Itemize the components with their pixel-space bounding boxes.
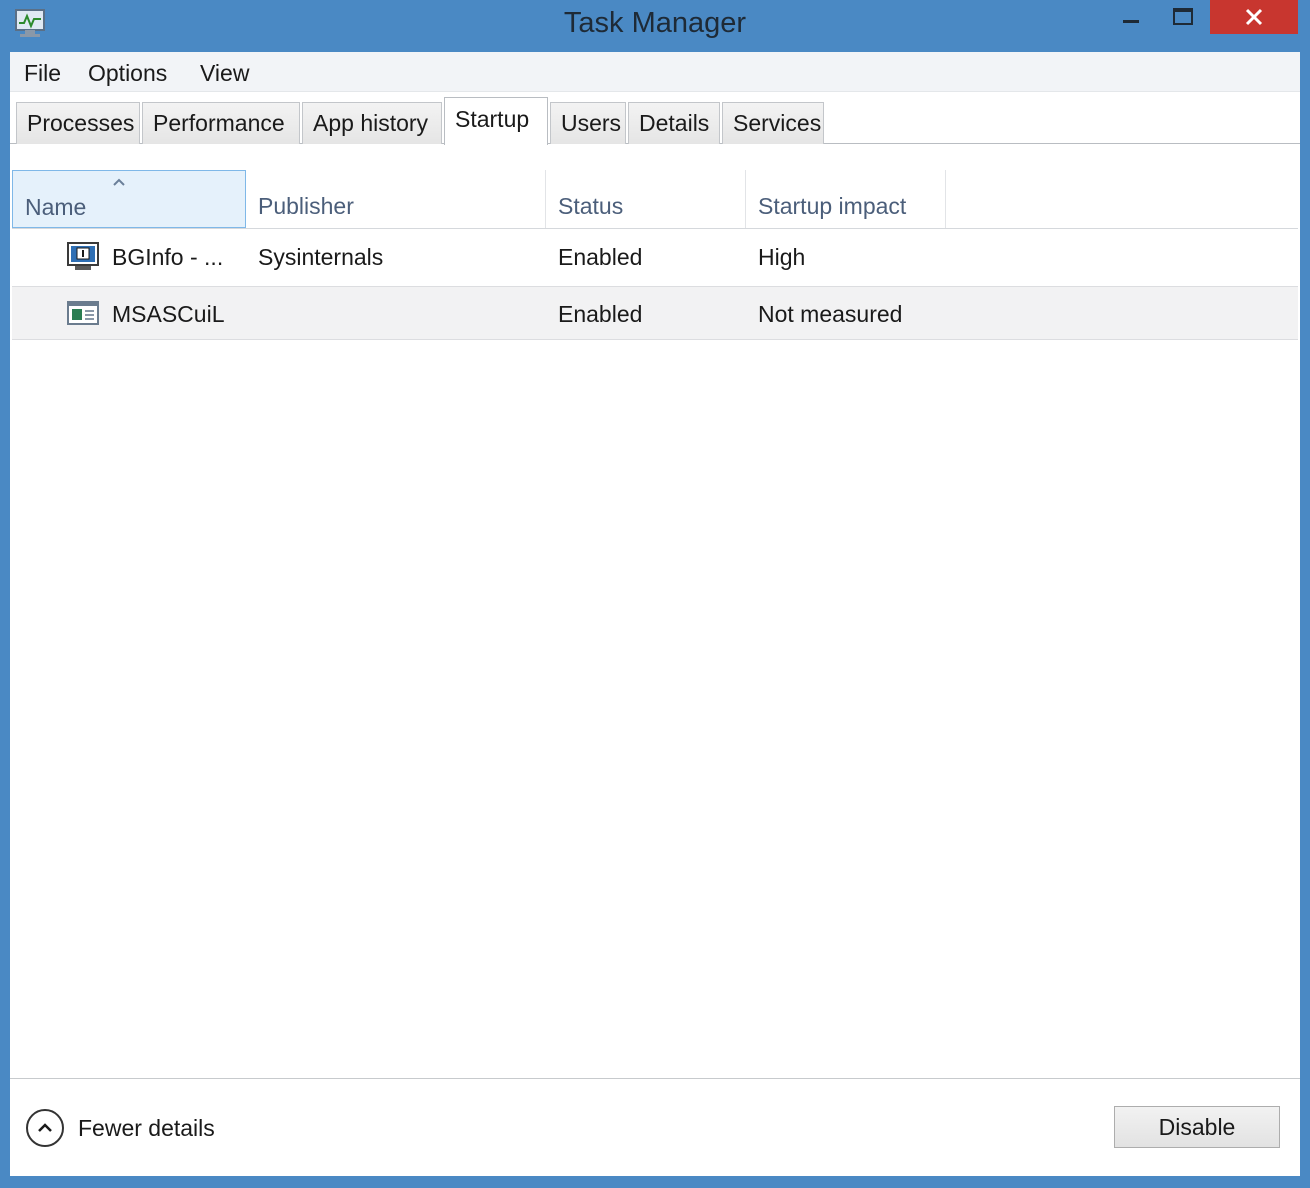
tab-details[interactable]: Details [628, 102, 720, 144]
menu-bar: File Options View [10, 52, 1300, 92]
table-row[interactable]: MSASCuiL Enabled Not measured [12, 286, 1298, 340]
header-divider [12, 228, 1298, 229]
maximize-button[interactable] [1160, 0, 1206, 34]
title-bar[interactable]: Task Manager [0, 0, 1310, 52]
minimize-button[interactable] [1108, 0, 1154, 34]
client-area: File Options View Processes Performance … [10, 52, 1300, 1176]
menu-view[interactable]: View [196, 58, 253, 88]
column-header-name[interactable]: Name [12, 170, 246, 228]
close-button[interactable] [1210, 0, 1298, 34]
tab-app-history[interactable]: App history [302, 102, 442, 144]
tab-startup[interactable]: Startup [444, 97, 548, 145]
row-status: Enabled [558, 244, 643, 270]
row-name: MSASCuiL [112, 301, 225, 327]
maximize-icon [1173, 8, 1193, 25]
minimize-icon [1123, 20, 1139, 23]
footer-divider [10, 1078, 1300, 1079]
row-startup-impact: Not measured [758, 301, 903, 327]
row-status: Enabled [558, 301, 643, 327]
task-manager-window: Task Manager File Options View Processes… [0, 0, 1310, 1188]
column-header-publisher[interactable]: Publisher [246, 170, 546, 228]
fewer-details-toggle[interactable]: Fewer details [26, 1108, 215, 1148]
sort-ascending-icon [113, 178, 125, 186]
menu-options[interactable]: Options [84, 58, 171, 88]
tab-services[interactable]: Services [722, 102, 824, 144]
row-startup-impact: High [758, 244, 806, 270]
window-app-icon [67, 301, 99, 325]
table-row[interactable]: BGInfo - ... Sysinternals Enabled High [12, 230, 1298, 284]
disable-button[interactable]: Disable [1114, 1106, 1280, 1148]
column-header-status[interactable]: Status [546, 170, 746, 228]
column-header-name-label: Name [25, 194, 87, 220]
tab-strip: Processes Performance App history Startu… [10, 92, 1300, 145]
bginfo-app-icon [67, 242, 99, 270]
fewer-details-label: Fewer details [78, 1114, 215, 1141]
tab-performance[interactable]: Performance [142, 102, 300, 144]
row-publisher: Sysinternals [258, 244, 384, 270]
close-icon [1245, 8, 1263, 26]
tab-users[interactable]: Users [550, 102, 626, 144]
row-name: BGInfo - ... [112, 244, 224, 270]
menu-file[interactable]: File [20, 58, 65, 88]
tab-processes[interactable]: Processes [16, 102, 140, 144]
chevron-up-icon [26, 1109, 64, 1147]
column-header-startup-impact[interactable]: Startup impact [746, 170, 946, 228]
